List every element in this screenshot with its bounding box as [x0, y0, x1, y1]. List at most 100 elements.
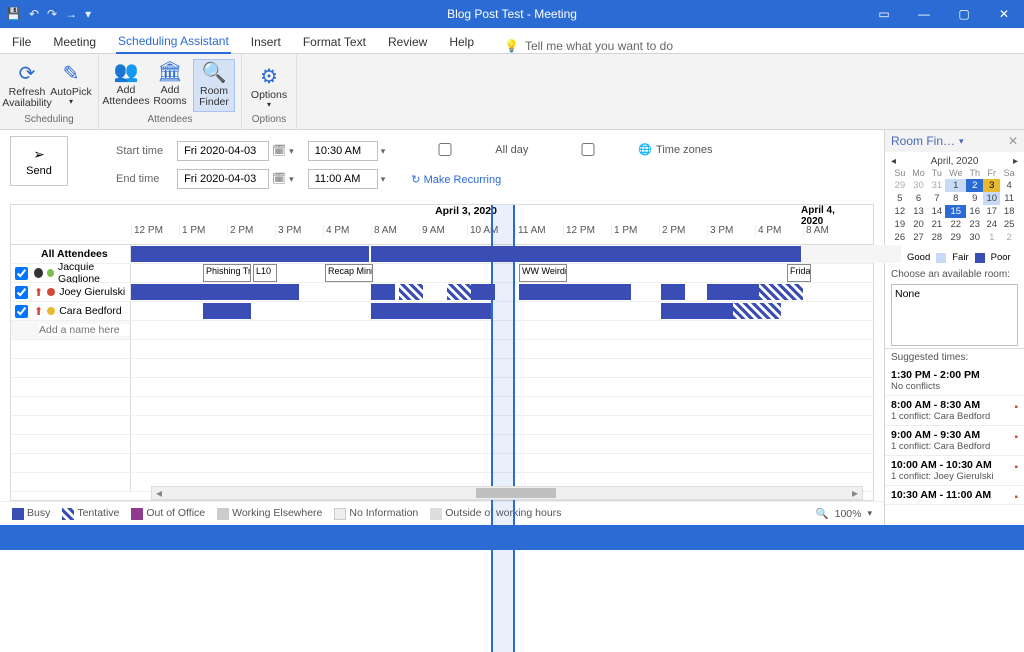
refresh-availability-button[interactable]: ⟳Refresh Availability: [6, 61, 48, 112]
save-icon[interactable]: 💾: [6, 7, 21, 21]
conflict-icon: ▪: [1014, 402, 1018, 413]
availability-key: Good Fair Poor: [885, 248, 1024, 267]
presence-icon: [47, 269, 54, 277]
add-rooms-button[interactable]: 🏛Add Rooms: [149, 59, 191, 112]
redo-icon[interactable]: ↷: [47, 7, 57, 21]
ribbon-mode-icon[interactable]: ▭: [864, 0, 904, 28]
tentative-block: [447, 284, 471, 300]
attendee-name[interactable]: Joey Gierulski: [59, 286, 125, 298]
day-header-2: April 4, 2020: [801, 205, 853, 225]
end-time-label: End time: [110, 166, 169, 192]
tab-scheduling-assistant[interactable]: Scheduling Assistant: [116, 30, 231, 54]
gear-icon: ⚙: [260, 66, 278, 88]
room-list[interactable]: None: [891, 284, 1018, 346]
busy-block: [203, 303, 251, 319]
chevron-down-icon[interactable]: ▾: [289, 146, 294, 156]
tell-me-input[interactable]: 💡 Tell me what you want to do: [504, 39, 673, 53]
legend: Busy Tentative Out of Office Working Els…: [0, 501, 884, 525]
chevron-down-icon[interactable]: ▾: [867, 508, 872, 519]
group-scheduling: ⟳Refresh Availability ✎AutoPick▾ Schedul…: [0, 54, 99, 129]
scheduling-grid[interactable]: April 3, 2020 April 4, 2020 12 PM1 PM2 P…: [10, 204, 874, 501]
presence-icon: [47, 288, 55, 296]
suggested-times-header: Suggested times:: [885, 349, 1024, 366]
event-block[interactable]: L10: [253, 264, 277, 282]
time-slot[interactable]: 8:00 AM - 8:30 AM1 conflict: Cara Bedfor…: [885, 396, 1024, 426]
qat-more-icon[interactable]: ▾: [85, 7, 91, 21]
horizontal-scrollbar[interactable]: ◂ ▸: [151, 486, 863, 500]
forward-icon[interactable]: →: [65, 7, 77, 21]
scroll-right-icon[interactable]: ▸: [848, 486, 862, 500]
tab-format-text[interactable]: Format Text: [301, 31, 368, 53]
conflict-icon: ▪: [1014, 462, 1018, 473]
event-block[interactable]: Recap Mini: [325, 264, 373, 282]
close-panel-button[interactable]: ✕: [1008, 134, 1018, 148]
minimize-button[interactable]: —: [904, 0, 944, 28]
room-finder-title: Room Fin…: [891, 134, 955, 148]
busy-block: [131, 284, 299, 300]
time-slot[interactable]: 10:30 AM - 11:00 AM▪: [885, 486, 1024, 505]
mini-calendar[interactable]: ◂April, 2020▸ SuMoTuWeThFrSa 2930311234 …: [885, 152, 1024, 248]
end-date-input[interactable]: [177, 169, 269, 189]
prev-month-button[interactable]: ◂: [891, 156, 896, 167]
tab-meeting[interactable]: Meeting: [51, 31, 98, 53]
next-month-button[interactable]: ▸: [1013, 156, 1018, 167]
poor-swatch: [975, 253, 985, 263]
time-slot[interactable]: 9:00 AM - 9:30 AM1 conflict: Cara Bedfor…: [885, 426, 1024, 456]
recurring-icon: ↻: [411, 174, 420, 186]
send-button[interactable]: ➢ Send: [10, 136, 68, 186]
undo-icon[interactable]: ↶: [29, 7, 39, 21]
scrollbar-thumb[interactable]: [476, 488, 556, 498]
zoom-level: 100%: [835, 508, 862, 520]
options-button[interactable]: ⚙Options▾: [248, 64, 290, 112]
busy-block: [661, 303, 733, 319]
tentative-block: [733, 303, 781, 319]
add-rooms-icon: 🏛: [157, 61, 182, 83]
time-zones-checkbox[interactable]: 🌐Time zones: [542, 143, 712, 156]
calendar-icon[interactable]: 🗓: [272, 145, 286, 157]
event-block[interactable]: WW Weirdn: [519, 264, 567, 282]
window-title: Blog Post Test - Meeting: [447, 7, 577, 21]
globe-icon: 🌐: [638, 143, 652, 156]
attendee-name[interactable]: Jacquie Gaglione: [58, 261, 130, 285]
conflict-icon: ▪: [1014, 432, 1018, 443]
tab-insert[interactable]: Insert: [249, 31, 283, 53]
chevron-down-icon[interactable]: ▾: [381, 146, 386, 156]
time-slot[interactable]: 1:30 PM - 2:00 PMNo conflicts: [885, 366, 1024, 396]
tentative-block: [759, 284, 803, 300]
busy-block: [471, 284, 495, 300]
day-header-1: April 3, 2020: [131, 205, 801, 225]
attendee-checkbox[interactable]: [15, 305, 28, 318]
chevron-down-icon[interactable]: ▾: [381, 174, 386, 184]
maximize-button[interactable]: ▢: [944, 0, 984, 28]
attendee-checkbox[interactable]: [15, 267, 28, 280]
tab-review[interactable]: Review: [386, 31, 429, 53]
end-time-input[interactable]: [308, 169, 378, 189]
attendee-checkbox[interactable]: [15, 286, 28, 299]
chevron-down-icon[interactable]: ▾: [959, 136, 964, 147]
busy-block: [519, 284, 631, 300]
all-day-checkbox[interactable]: All day: [399, 143, 528, 156]
add-attendees-button[interactable]: 👥Add Attendees: [105, 59, 147, 112]
scroll-left-icon[interactable]: ◂: [152, 486, 166, 500]
tab-file[interactable]: File: [10, 31, 33, 53]
time-slot[interactable]: 10:00 AM - 10:30 AM1 conflict: Joey Gier…: [885, 456, 1024, 486]
send-icon: ➢: [33, 146, 45, 163]
tab-help[interactable]: Help: [447, 31, 476, 53]
required-icon: ⬆: [34, 286, 43, 299]
make-recurring-link[interactable]: ↻ Make Recurring: [411, 174, 501, 186]
close-button[interactable]: ✕: [984, 0, 1024, 28]
room-finder-button[interactable]: 🔍Room Finder: [193, 59, 235, 112]
start-time-input[interactable]: [308, 141, 378, 161]
ribbon-tabs: File Meeting Scheduling Assistant Insert…: [0, 28, 1024, 54]
attendee-name[interactable]: Cara Bedford: [59, 305, 121, 317]
start-date-input[interactable]: [177, 141, 269, 161]
event-block[interactable]: Phishing Tr.: [203, 264, 251, 282]
autopick-button[interactable]: ✎AutoPick▾: [50, 61, 92, 112]
chevron-down-icon[interactable]: ▾: [289, 174, 294, 184]
zoom-icon[interactable]: 🔍: [816, 507, 829, 520]
start-time-label: Start time: [110, 138, 169, 164]
calendar-icon[interactable]: 🗓: [272, 173, 286, 185]
titlebar: 💾 ↶ ↷ → ▾ Blog Post Test - Meeting ▭ — ▢…: [0, 0, 1024, 28]
add-attendee-input[interactable]: [39, 324, 129, 336]
event-block[interactable]: Frida: [787, 264, 811, 282]
